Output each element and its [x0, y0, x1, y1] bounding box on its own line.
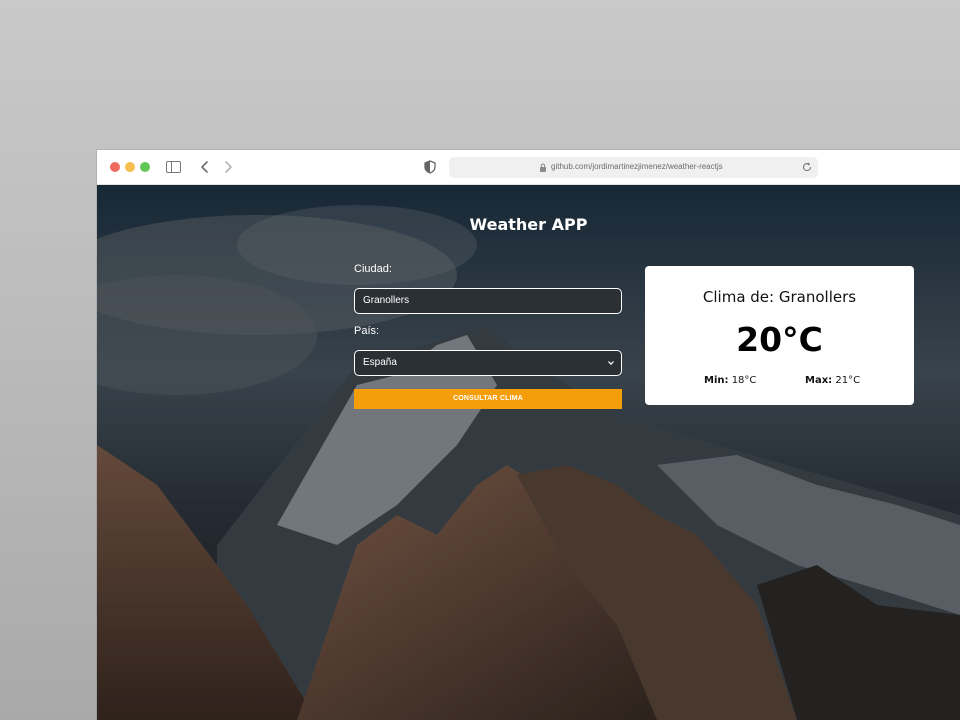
close-dot-icon[interactable] — [110, 162, 120, 172]
city-input[interactable]: Granollers — [354, 288, 622, 314]
weather-card-title: Clima de: Granollers — [702, 288, 857, 306]
shield-icon[interactable] — [424, 160, 436, 174]
max-label: Max: — [805, 375, 833, 386]
weather-card: Clima de: Granollers 20°C Min: 18°C Max:… — [645, 266, 914, 405]
country-select-value: España — [363, 357, 397, 368]
min-value: 18°C — [731, 375, 757, 386]
temperature-value: 20°C — [736, 320, 823, 359]
app-title: Weather APP — [469, 215, 588, 234]
max-temperature: Max: 21°C — [805, 375, 860, 386]
city-input-value: Granollers — [363, 295, 410, 306]
back-arrow-icon[interactable] — [197, 159, 213, 175]
country-select[interactable]: España — [354, 350, 622, 376]
submit-button[interactable]: CONSULTAR CLIMA — [354, 389, 622, 409]
address-bar[interactable]: github.com/jordimartinezjimenez/weather-… — [449, 157, 818, 178]
max-value: 21°C — [835, 375, 861, 386]
country-label: País: — [354, 325, 380, 337]
minimize-dot-icon[interactable] — [125, 162, 135, 172]
city-label: Ciudad: — [354, 263, 392, 275]
maximize-dot-icon[interactable] — [140, 162, 150, 172]
min-temperature: Min: 18°C — [704, 375, 756, 386]
chevron-down-icon — [608, 361, 614, 366]
sidebar-icon[interactable] — [166, 161, 181, 173]
page-content: Weather APP Ciudad: Granollers País: Esp… — [97, 185, 960, 720]
browser-toolbar: github.com/jordimartinezjimenez/weather-… — [97, 150, 960, 185]
browser-window: github.com/jordimartinezjimenez/weather-… — [97, 150, 960, 720]
url-text: github.com/jordimartinezjimenez/weather-… — [551, 162, 723, 171]
reload-icon[interactable] — [801, 161, 813, 173]
forward-arrow-icon[interactable] — [220, 159, 236, 175]
min-label: Min: — [704, 375, 729, 386]
lock-icon — [540, 163, 546, 172]
